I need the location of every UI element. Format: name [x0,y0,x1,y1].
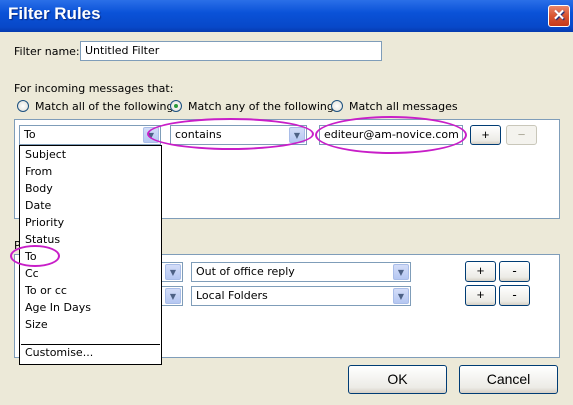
add-action-button[interactable]: + [465,261,496,282]
filter-name-input[interactable]: Untitled Filter [80,41,382,61]
rule-field-value: To [24,128,36,141]
remove-action-button-2[interactable]: - [499,285,530,306]
title-bar: Filter Rules ✕ [0,0,573,32]
chevron-down-icon[interactable]: ▼ [165,264,181,280]
window-title: Filter Rules [8,4,101,23]
dropdown-item-date[interactable]: Date [25,199,51,212]
dropdown-item-subject[interactable]: Subject [25,148,66,161]
action-target-value: Out of office reply [196,265,295,278]
dropdown-item-customise[interactable]: Customise... [25,346,93,359]
action-target-select-2[interactable]: Local Folders ▼ [191,286,411,306]
add-action-button-2[interactable]: + [465,285,496,306]
radio-match-all-messages[interactable] [331,100,343,112]
chevron-down-icon[interactable]: ▼ [143,127,159,143]
dropdown-item-body[interactable]: Body [25,182,53,195]
cancel-button[interactable]: Cancel [459,365,558,394]
dropdown-item-cc[interactable]: Cc [25,267,39,280]
chevron-down-icon[interactable]: ▼ [393,288,409,304]
chevron-down-icon[interactable]: ▼ [289,127,305,143]
dropdown-item-to-or-cc[interactable]: To or cc [25,284,67,297]
radio-match-any-label[interactable]: Match any of the following [188,100,334,113]
dropdown-item-size[interactable]: Size [25,318,48,331]
rule-operator-select[interactable]: contains ▼ [170,125,307,145]
incoming-label: For incoming messages that: [14,82,174,95]
ok-button[interactable]: OK [348,365,447,394]
dialog-body: Filter name: Untitled Filter For incomin… [4,32,569,401]
add-rule-button[interactable]: + [470,125,501,145]
radio-match-all[interactable] [17,100,29,112]
action-target-select[interactable]: Out of office reply ▼ [191,262,411,282]
action-target-value-2: Local Folders [196,289,268,302]
radio-match-all-label[interactable]: Match all of the following [35,100,174,113]
rule-operator-value: contains [175,128,222,141]
dropdown-item-to[interactable]: To [25,250,37,263]
dropdown-item-from[interactable]: From [25,165,52,178]
radio-match-any[interactable] [170,100,182,112]
remove-action-button[interactable]: - [499,261,530,282]
close-icon[interactable]: ✕ [548,5,570,27]
field-dropdown-list: Subject From Body Date Priority Status T… [19,145,162,365]
rule-value-input[interactable]: editeur@am-novice.com [319,125,463,145]
radio-match-all-messages-label[interactable]: Match all messages [349,100,458,113]
dropdown-item-priority[interactable]: Priority [25,216,64,229]
dropdown-item-age-in-days[interactable]: Age In Days [25,301,91,314]
filter-name-label: Filter name: [14,45,80,58]
chevron-down-icon[interactable]: ▼ [165,288,181,304]
remove-rule-button[interactable]: − [506,125,537,145]
chevron-down-icon[interactable]: ▼ [393,264,409,280]
dropdown-item-status[interactable]: Status [25,233,60,246]
dropdown-separator [21,344,160,345]
rule-field-select[interactable]: To ▼ [19,125,161,145]
